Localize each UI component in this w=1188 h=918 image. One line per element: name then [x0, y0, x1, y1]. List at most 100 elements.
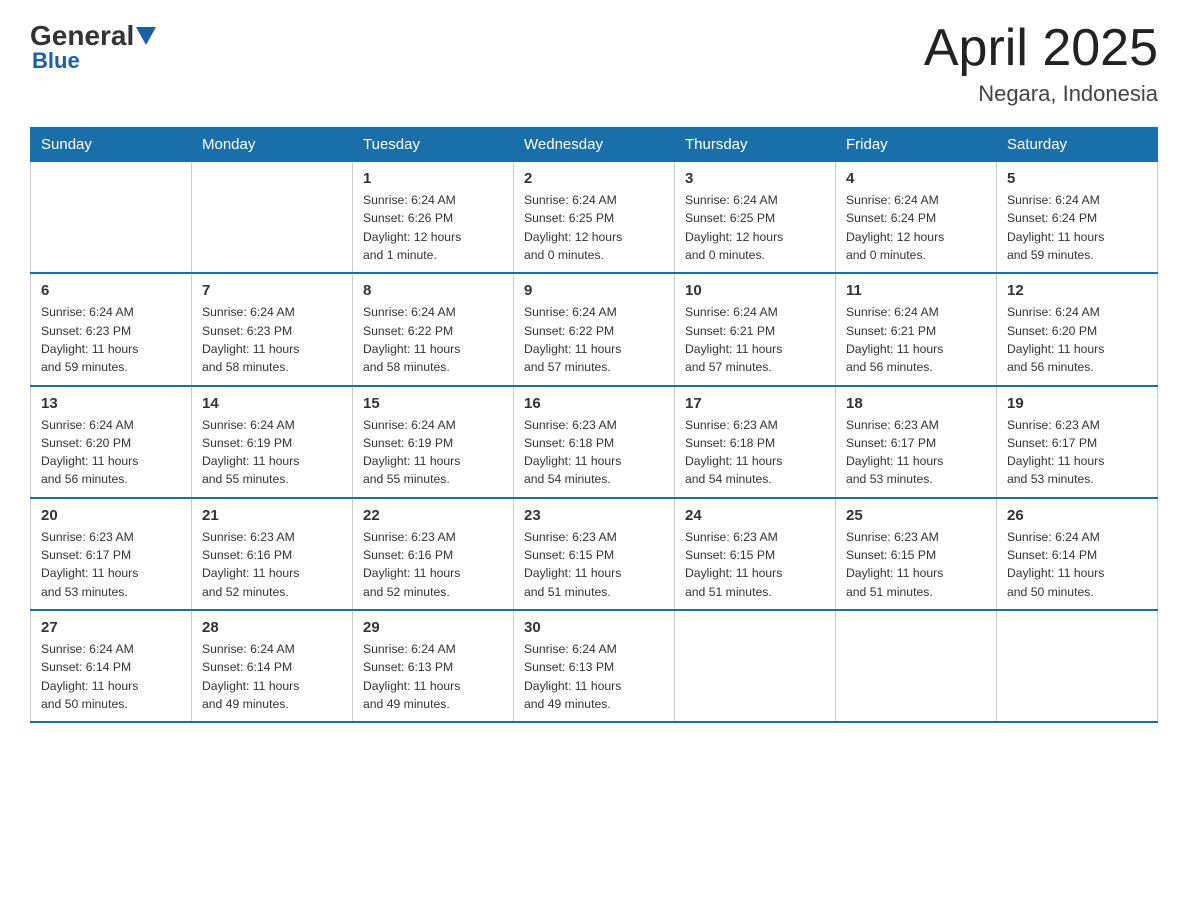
logo-blue-text: Blue	[32, 48, 80, 74]
day-number: 7	[202, 282, 342, 299]
col-monday: Monday	[192, 128, 353, 162]
day-info: Sunrise: 6:24 AM Sunset: 6:13 PM Dayligh…	[363, 640, 503, 713]
month-title: April 2025	[924, 20, 1158, 77]
logo-triangle-icon	[136, 27, 156, 45]
table-row: 6Sunrise: 6:24 AM Sunset: 6:23 PM Daylig…	[31, 273, 192, 385]
table-row	[675, 610, 836, 722]
day-info: Sunrise: 6:24 AM Sunset: 6:23 PM Dayligh…	[202, 303, 342, 376]
day-info: Sunrise: 6:23 AM Sunset: 6:17 PM Dayligh…	[1007, 416, 1147, 489]
table-row: 30 Sunrise: 6:24 AM Sunset: 6:13 PM Dayli…	[514, 610, 675, 722]
day-info: Sunrise: 6:23 AM Sunset: 6:15 PM Dayligh…	[685, 528, 825, 601]
table-row: 2 Sunrise: 6:24 AM Sunset: 6:25 PM Daylig…	[514, 162, 675, 274]
logo: General Blue	[30, 20, 158, 74]
day-number: 26	[1007, 507, 1147, 524]
day-info: Sunrise: 6:23 AM Sunset: 6:16 PM Dayligh…	[363, 528, 503, 601]
location-label: Negara, Indonesia	[924, 81, 1158, 107]
table-row: 4Sunrise: 6:24 AM Sunset: 6:24 PM Daylig…	[836, 162, 997, 274]
day-info: Sunrise: 6:24 AM Sunset: 6:14 PM Dayligh…	[1007, 528, 1147, 601]
day-info: Sunrise: 6:24 AM Sunset: 6:20 PM Dayligh…	[41, 416, 181, 489]
day-info: Sunrise: 6:23 AM Sunset: 6:18 PM Dayligh…	[524, 416, 664, 489]
table-row: 7 Sunrise: 6:24 AM Sunset: 6:23 PM Daylig…	[192, 273, 353, 385]
day-info: Sunrise: 6:24 AM Sunset: 6:24 PM Dayligh…	[1007, 191, 1147, 264]
day-number: 20	[41, 507, 181, 524]
day-info: Sunrise: 6:23 AM Sunset: 6:15 PM Dayligh…	[524, 528, 664, 601]
table-row: 21 Sunrise: 6:23 AM Sunset: 6:16 PM Dayli…	[192, 498, 353, 610]
day-info: Sunrise: 6:24 AM Sunset: 6:14 PM Dayligh…	[41, 640, 181, 713]
table-row: 11 Sunrise: 6:24 AM Sunset: 6:21 PM Dayli…	[836, 273, 997, 385]
day-info: Sunrise: 6:24 AM Sunset: 6:25 PM Dayligh…	[685, 191, 825, 264]
col-wednesday: Wednesday	[514, 128, 675, 162]
day-number: 10	[685, 282, 825, 299]
table-row: 1Sunrise: 6:24 AM Sunset: 6:26 PM Daylig…	[353, 162, 514, 274]
day-info: Sunrise: 6:24 AM Sunset: 6:25 PM Dayligh…	[524, 191, 664, 264]
day-number: 6	[41, 282, 181, 299]
table-row: 23 Sunrise: 6:23 AM Sunset: 6:15 PM Dayli…	[514, 498, 675, 610]
table-row: 25 Sunrise: 6:23 AM Sunset: 6:15 PM Dayli…	[836, 498, 997, 610]
table-row: 20 Sunrise: 6:23 AM Sunset: 6:17 PM Dayli…	[31, 498, 192, 610]
day-number: 30	[524, 619, 664, 636]
day-number: 17	[685, 395, 825, 412]
table-row	[997, 610, 1158, 722]
table-row: 19 Sunrise: 6:23 AM Sunset: 6:17 PM Dayli…	[997, 386, 1158, 498]
day-number: 5	[1007, 170, 1147, 187]
day-info: Sunrise: 6:24 AM Sunset: 6:24 PM Dayligh…	[846, 191, 986, 264]
day-info: Sunrise: 6:23 AM Sunset: 6:17 PM Dayligh…	[846, 416, 986, 489]
table-row: 16Sunrise: 6:23 AM Sunset: 6:18 PM Dayli…	[514, 386, 675, 498]
day-number: 24	[685, 507, 825, 524]
day-info: Sunrise: 6:23 AM Sunset: 6:18 PM Dayligh…	[685, 416, 825, 489]
table-row: 10 Sunrise: 6:24 AM Sunset: 6:21 PM Dayli…	[675, 273, 836, 385]
day-number: 15	[363, 395, 503, 412]
day-number: 11	[846, 282, 986, 299]
day-info: Sunrise: 6:24 AM Sunset: 6:21 PM Dayligh…	[846, 303, 986, 376]
day-info: Sunrise: 6:24 AM Sunset: 6:22 PM Dayligh…	[524, 303, 664, 376]
day-number: 14	[202, 395, 342, 412]
day-number: 28	[202, 619, 342, 636]
day-number: 2	[524, 170, 664, 187]
day-info: Sunrise: 6:24 AM Sunset: 6:22 PM Dayligh…	[363, 303, 503, 376]
table-row: 15 Sunrise: 6:24 AM Sunset: 6:19 PM Dayli…	[353, 386, 514, 498]
col-friday: Friday	[836, 128, 997, 162]
day-info: Sunrise: 6:23 AM Sunset: 6:17 PM Dayligh…	[41, 528, 181, 601]
table-row: 27Sunrise: 6:24 AM Sunset: 6:14 PM Dayli…	[31, 610, 192, 722]
table-row	[836, 610, 997, 722]
day-number: 21	[202, 507, 342, 524]
day-info: Sunrise: 6:24 AM Sunset: 6:13 PM Dayligh…	[524, 640, 664, 713]
day-number: 29	[363, 619, 503, 636]
table-row: 22 Sunrise: 6:23 AM Sunset: 6:16 PM Dayli…	[353, 498, 514, 610]
table-row: 13Sunrise: 6:24 AM Sunset: 6:20 PM Dayli…	[31, 386, 192, 498]
title-section: April 2025 Negara, Indonesia	[924, 20, 1158, 107]
table-row: 9 Sunrise: 6:24 AM Sunset: 6:22 PM Daylig…	[514, 273, 675, 385]
table-row: 29 Sunrise: 6:24 AM Sunset: 6:13 PM Dayli…	[353, 610, 514, 722]
day-number: 22	[363, 507, 503, 524]
day-number: 12	[1007, 282, 1147, 299]
calendar-week-row: 20 Sunrise: 6:23 AM Sunset: 6:17 PM Dayli…	[31, 498, 1158, 610]
table-row: 12 Sunrise: 6:24 AM Sunset: 6:20 PM Dayli…	[997, 273, 1158, 385]
table-row: 14Sunrise: 6:24 AM Sunset: 6:19 PM Dayli…	[192, 386, 353, 498]
day-number: 19	[1007, 395, 1147, 412]
table-row: 24 Sunrise: 6:23 AM Sunset: 6:15 PM Dayli…	[675, 498, 836, 610]
day-info: Sunrise: 6:24 AM Sunset: 6:20 PM Dayligh…	[1007, 303, 1147, 376]
day-number: 3	[685, 170, 825, 187]
table-row	[31, 162, 192, 274]
table-row: 26 Sunrise: 6:24 AM Sunset: 6:14 PM Dayli…	[997, 498, 1158, 610]
day-number: 9	[524, 282, 664, 299]
table-row: 3 Sunrise: 6:24 AM Sunset: 6:25 PM Daylig…	[675, 162, 836, 274]
calendar-week-row: 13Sunrise: 6:24 AM Sunset: 6:20 PM Dayli…	[31, 386, 1158, 498]
calendar-week-row: 6 Sunrise: 6:24 AM Sunset: 6:23 PM Daylig…	[31, 273, 1158, 385]
day-number: 1	[363, 170, 503, 187]
day-info: Sunrise: 6:23 AM Sunset: 6:16 PM Dayligh…	[202, 528, 342, 601]
col-sunday: Sunday	[31, 128, 192, 162]
day-info: Sunrise: 6:24 AM Sunset: 6:19 PM Dayligh…	[363, 416, 503, 489]
calendar-table: Sunday Monday Tuesday Wednesday Thursday…	[30, 127, 1158, 723]
calendar-week-row: 1Sunrise: 6:24 AM Sunset: 6:26 PM Daylig…	[31, 162, 1158, 274]
day-number: 18	[846, 395, 986, 412]
day-info: Sunrise: 6:24 AM Sunset: 6:21 PM Dayligh…	[685, 303, 825, 376]
calendar-week-row: 27Sunrise: 6:24 AM Sunset: 6:14 PM Dayli…	[31, 610, 1158, 722]
calendar-header-row: Sunday Monday Tuesday Wednesday Thursday…	[31, 128, 1158, 162]
col-tuesday: Tuesday	[353, 128, 514, 162]
day-number: 23	[524, 507, 664, 524]
table-row	[192, 162, 353, 274]
day-info: Sunrise: 6:23 AM Sunset: 6:15 PM Dayligh…	[846, 528, 986, 601]
day-number: 8	[363, 282, 503, 299]
day-number: 25	[846, 507, 986, 524]
